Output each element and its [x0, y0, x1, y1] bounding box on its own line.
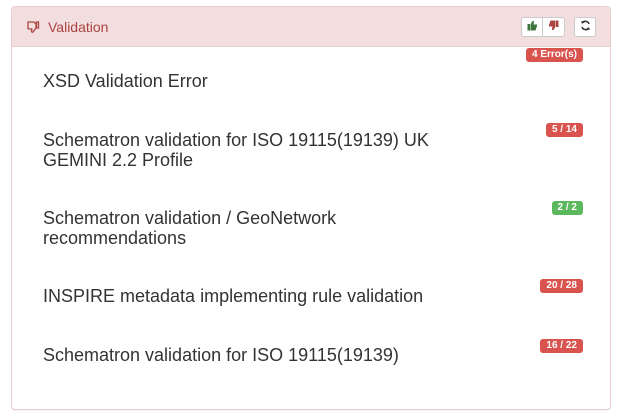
thumbs-down-icon: [26, 20, 40, 34]
panel-title-text: Validation: [48, 19, 109, 35]
validation-row-iso19139[interactable]: Schematron validation for ISO 19115(1913…: [43, 339, 583, 365]
validation-panel: Validation XSD Validation Error 4 Error(…: [11, 6, 611, 410]
validation-row-label: INSPIRE metadata implementing rule valid…: [43, 286, 424, 306]
validation-row-geonetwork[interactable]: Schematron validation / GeoNetwork recom…: [43, 201, 583, 248]
validation-row-label: Schematron validation for ISO 19115(1913…: [43, 345, 399, 365]
feedback-button-group: [521, 17, 565, 37]
thumbs-up-icon: [527, 18, 538, 36]
refresh-button[interactable]: [574, 17, 596, 37]
success-count-badge: 2 / 2: [551, 201, 583, 215]
validation-row-label: Schematron validation for ISO 19115(1913…: [43, 130, 429, 170]
validation-row-xsd[interactable]: XSD Validation Error 4 Error(s): [43, 48, 583, 91]
validation-row-inspire[interactable]: INSPIRE metadata implementing rule valid…: [43, 279, 583, 306]
panel-title: Validation: [26, 18, 108, 36]
error-count-badge: 16 / 22: [540, 339, 583, 353]
validation-row-gemini[interactable]: Schematron validation for ISO 19115(1913…: [43, 123, 583, 170]
thumbs-down-icon: [548, 18, 559, 36]
validation-row-label: XSD Validation Error: [43, 71, 208, 91]
error-count-badge: 20 / 28: [540, 279, 583, 293]
thumbs-up-button[interactable]: [521, 17, 543, 37]
error-count-badge: 4 Error(s): [525, 48, 583, 62]
refresh-icon: [580, 18, 591, 36]
error-count-badge: 5 / 14: [545, 123, 583, 137]
panel-heading: Validation: [12, 7, 610, 47]
thumbs-down-button[interactable]: [543, 17, 565, 37]
validation-row-label: Schematron validation / GeoNetwork recom…: [43, 208, 337, 248]
